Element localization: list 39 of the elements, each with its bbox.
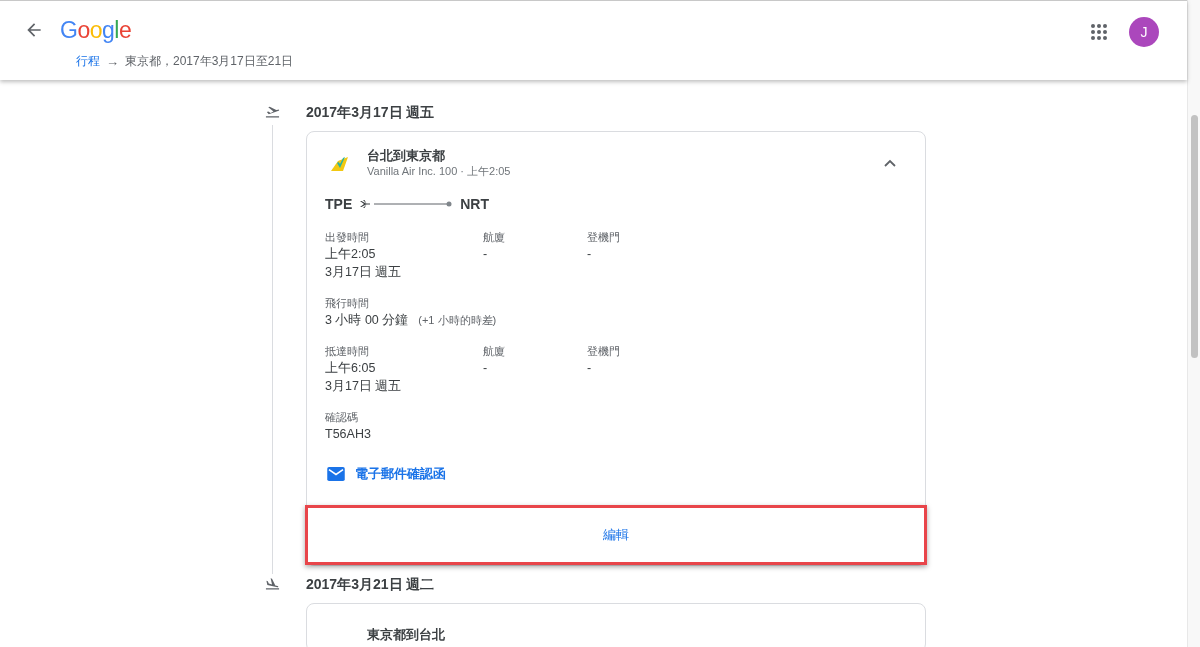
scrollbar[interactable] [1187, 0, 1200, 647]
field-label: 登機門 [587, 344, 621, 359]
flight-subtitle: Vanilla Air Inc. 100 · 上午2:05 [367, 163, 512, 179]
account-avatar[interactable]: J [1129, 17, 1159, 47]
field-value: 3月17日 週五 [325, 264, 403, 281]
landing-plane-icon [265, 576, 280, 591]
apps-grid-icon[interactable] [1090, 23, 1108, 41]
field-value: 上午2:05 [325, 246, 377, 263]
field-label: 抵達時間 [325, 344, 370, 359]
field-label: 確認碼 [325, 410, 359, 425]
breadcrumb-link[interactable]: 行程 [76, 53, 100, 70]
field-value: 3 小時 00 分鐘 [325, 312, 409, 329]
breadcrumb-arrow: → [106, 54, 119, 69]
field-value: 上午6:05 [325, 360, 377, 377]
field-value: 3月17日 週五 [325, 378, 403, 395]
breadcrumb-current: 東京都，2017年3月17日至21日 [125, 53, 294, 70]
field-label: 航廈 [483, 230, 506, 245]
flight-title: 東京都到台北 [367, 627, 446, 643]
field-value: - [483, 246, 489, 263]
field-value: - [587, 360, 593, 377]
field-label: 航廈 [483, 344, 506, 359]
email-confirmation-link[interactable]: 電子郵件確認函 [355, 465, 446, 483]
origin-code: TPE [325, 196, 353, 212]
field-label: 出發時間 [325, 230, 370, 245]
google-logo[interactable]: Google [60, 15, 132, 45]
mail-icon [327, 467, 345, 481]
date-heading: 2017年3月21日 週二 [306, 575, 436, 594]
field-note: (+1 小時的時差) [418, 313, 497, 328]
flight-title: 台北到東京都 [367, 147, 446, 164]
edit-button[interactable]: 編輯 [305, 505, 927, 565]
field-value: - [587, 246, 593, 263]
field-value: - [483, 360, 489, 377]
field-label: 登機門 [587, 230, 621, 245]
destination-code: NRT [460, 196, 489, 212]
date-heading: 2017年3月17日 週五 [306, 103, 436, 122]
scrollbar-thumb[interactable] [1191, 115, 1198, 358]
field-label: 飛行時間 [325, 296, 370, 311]
field-value: T56AH3 [325, 426, 372, 443]
takeoff-plane-icon [265, 104, 280, 119]
